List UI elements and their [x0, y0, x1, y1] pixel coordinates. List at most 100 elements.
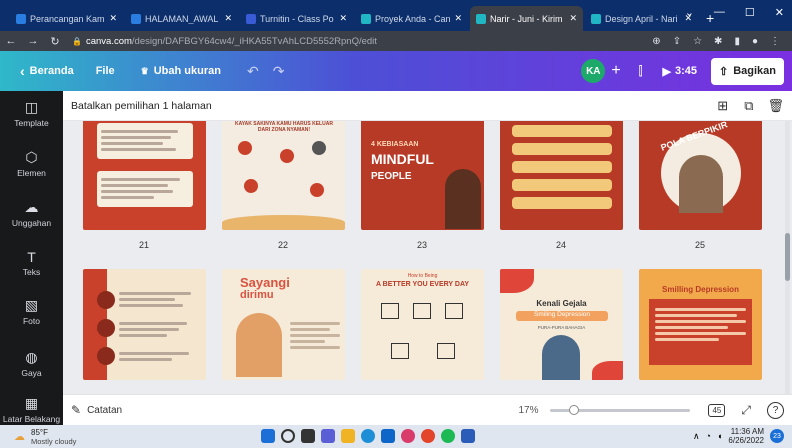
star-icon[interactable]: ☆ [693, 36, 702, 47]
share-button[interactable]: ⇧ Bagikan [711, 57, 784, 85]
clock-time: 11:36 AM [730, 427, 764, 436]
tab-close-icon[interactable]: ✕ [454, 13, 462, 24]
sidebar-item-teks[interactable]: T Teks [0, 249, 63, 277]
deselect-pages-label[interactable]: Batalkan pemilihan 1 halaman [71, 100, 212, 112]
sidepanel-icon[interactable]: ▮ [734, 36, 740, 47]
page-thumbnail-21[interactable] [83, 121, 206, 230]
sidebar-item-unggahan[interactable]: ☁ Unggahan [0, 199, 63, 228]
clock[interactable]: 11:36 AM 6/26/2022 [728, 427, 764, 445]
wifi-icon[interactable]: ◔ [706, 431, 711, 441]
page-thumbnail-27[interactable]: Sayangi dirimu [222, 269, 345, 380]
spotify-icon[interactable] [441, 429, 455, 443]
insights-icon[interactable]: ⫿ [639, 64, 643, 79]
selection-bar: Batalkan pemilihan 1 halaman ⊞ ⧉ 🗑 [63, 91, 792, 121]
menu-icon[interactable]: ⋮ [770, 36, 780, 47]
taskbar-apps [258, 429, 478, 443]
add-page-icon[interactable]: ⊞ [717, 98, 728, 114]
browser-tab[interactable]: Narir - Juni - Kirim ✕ [470, 6, 583, 31]
redo-icon[interactable]: ↷ [273, 63, 285, 80]
volume-icon[interactable]: ◖ [717, 431, 722, 441]
duplicate-page-icon[interactable]: ⧉ [744, 98, 753, 114]
instagram-icon[interactable] [401, 429, 415, 443]
delete-page-icon[interactable]: 🗑 [767, 98, 784, 114]
present-button[interactable]: ▶ 3:45 [663, 65, 698, 78]
minimize-icon[interactable]: — [714, 6, 725, 19]
maximize-icon[interactable]: ☐ [745, 6, 755, 19]
chevron-down-icon[interactable]: ⌄ [685, 6, 694, 19]
extensions-icon[interactable]: ✱ [714, 36, 722, 47]
thumb-28-line2: A BETTER YOU EVERY DAY [375, 281, 470, 288]
page-thumbnail-25[interactable]: POLA BERPIKIR [639, 121, 762, 230]
reload-icon[interactable]: ↻ [44, 35, 66, 48]
start-icon[interactable] [261, 429, 275, 443]
weather-temp: 85°F [31, 427, 48, 437]
page-thumbnail-26[interactable] [83, 269, 206, 380]
tab-close-icon[interactable]: ✕ [224, 13, 232, 24]
chrome-icon[interactable] [421, 429, 435, 443]
word-icon[interactable] [461, 429, 475, 443]
task-view-icon[interactable] [301, 429, 315, 443]
crown-icon: ♛ [140, 65, 149, 76]
chat-icon[interactable] [321, 429, 335, 443]
fullscreen-icon[interactable]: ⤢ [741, 403, 751, 418]
page-thumbnail-23[interactable]: 4 KEBIASAAN MINDFUL PEOPLE [361, 121, 484, 230]
resize-button[interactable]: ♛ Ubah ukuran [141, 65, 221, 77]
sidebar-item-latar-belakang[interactable]: ▦ Latar Belakang [0, 395, 63, 424]
thumb-23-line1: 4 KEBIASAAN [371, 141, 419, 148]
weather-icon[interactable]: ☁ [14, 430, 25, 443]
edge-icon[interactable] [361, 429, 375, 443]
avatar[interactable]: KA [581, 59, 606, 83]
share-page-icon[interactable]: ⇪ [673, 36, 681, 47]
file-menu-button[interactable]: File [96, 65, 115, 77]
forward-icon[interactable]: → [22, 35, 44, 47]
file-explorer-icon[interactable] [341, 429, 355, 443]
notes-button[interactable]: Catatan [87, 405, 122, 416]
sidebar-item-template[interactable]: ◫ Template [0, 99, 63, 128]
sidebar-item-label: Elemen [17, 168, 46, 178]
notification-badge[interactable]: 23 [770, 429, 784, 443]
page-thumbnail-24[interactable] [500, 121, 623, 230]
home-button[interactable]: ‹ Beranda [20, 63, 74, 79]
thumb-29-line1: Kenali Gejala [536, 299, 587, 308]
browser-tab[interactable]: Design April - Nari ✕ [585, 6, 698, 31]
url-field[interactable]: 🔒 canva.com/design/DAFBGY64cw4/_iHKA55TvA… [72, 36, 646, 47]
sidebar-item-label: Foto [22, 316, 40, 326]
left-sidebar: ◫ Template ⬡ Elemen ☁ Unggahan T Teks ▧ Foto ◍ Gaya… [0, 91, 63, 425]
thumb-28-line1: How to Being [407, 273, 438, 279]
upload-icon: ☁ [24, 199, 39, 215]
page-thumbnail-28[interactable]: How to Being A BETTER YOU EVERY DAY [361, 269, 484, 380]
profile-icon[interactable]: ● [752, 36, 758, 47]
page-thumbnail-29[interactable]: Kenali Gejala Smiling Depression PURA-PU… [500, 269, 623, 380]
zoom-slider-handle[interactable] [569, 404, 580, 415]
page-thumbnail-30[interactable]: Smilling Depression [639, 269, 762, 380]
close-icon[interactable]: ✕ [775, 6, 784, 19]
sidebar-item-foto[interactable]: ▧ Foto [0, 297, 63, 326]
back-icon[interactable]: ← [0, 35, 22, 47]
clock-date: 6/26/2022 [728, 436, 764, 445]
grid-view-button[interactable]: 45 [708, 403, 726, 417]
resize-label: Ubah ukuran [153, 65, 221, 77]
weather-widget[interactable]: 85°F Mostly cloudy [31, 428, 76, 446]
tray-chevron-icon[interactable]: ∧ [693, 431, 700, 442]
sidebar-item-gaya[interactable]: ◍ Gaya [0, 349, 63, 378]
browser-tab[interactable]: Perancangan Kamp ✕ [10, 6, 123, 31]
help-button[interactable]: ? [767, 401, 784, 419]
zoom-slider[interactable] [550, 404, 691, 415]
scrollbar-track[interactable] [785, 121, 790, 394]
add-collaborator-button[interactable]: + [611, 62, 620, 80]
scrollbar-thumb[interactable] [785, 233, 790, 281]
notes-icon[interactable]: ✎ [71, 403, 81, 417]
undo-icon[interactable]: ↶ [247, 63, 259, 80]
address-bar: ← → ↻ 🔒 canva.com/design/DAFBGY64cw4/_iHK… [0, 31, 792, 51]
tab-close-icon[interactable]: ✕ [569, 13, 577, 24]
page-thumbnail-22[interactable]: KAYAK SAKINYA KAMU HARUS KELUAR DARI ZON… [222, 121, 345, 230]
sidebar-item-elemen[interactable]: ⬡ Elemen [0, 149, 63, 178]
browser-tab[interactable]: Proyek Anda - Can ✕ [355, 6, 468, 31]
browser-tab[interactable]: Turnitin - Class Po ✕ [240, 6, 353, 31]
tab-close-icon[interactable]: ✕ [109, 13, 117, 24]
store-icon[interactable] [381, 429, 395, 443]
search-icon[interactable] [281, 429, 295, 443]
browser-tab[interactable]: HALAMAN_AWAL ✕ [125, 6, 238, 31]
zoom-icon[interactable]: ⊕ [652, 36, 660, 47]
tab-close-icon[interactable]: ✕ [339, 13, 347, 24]
